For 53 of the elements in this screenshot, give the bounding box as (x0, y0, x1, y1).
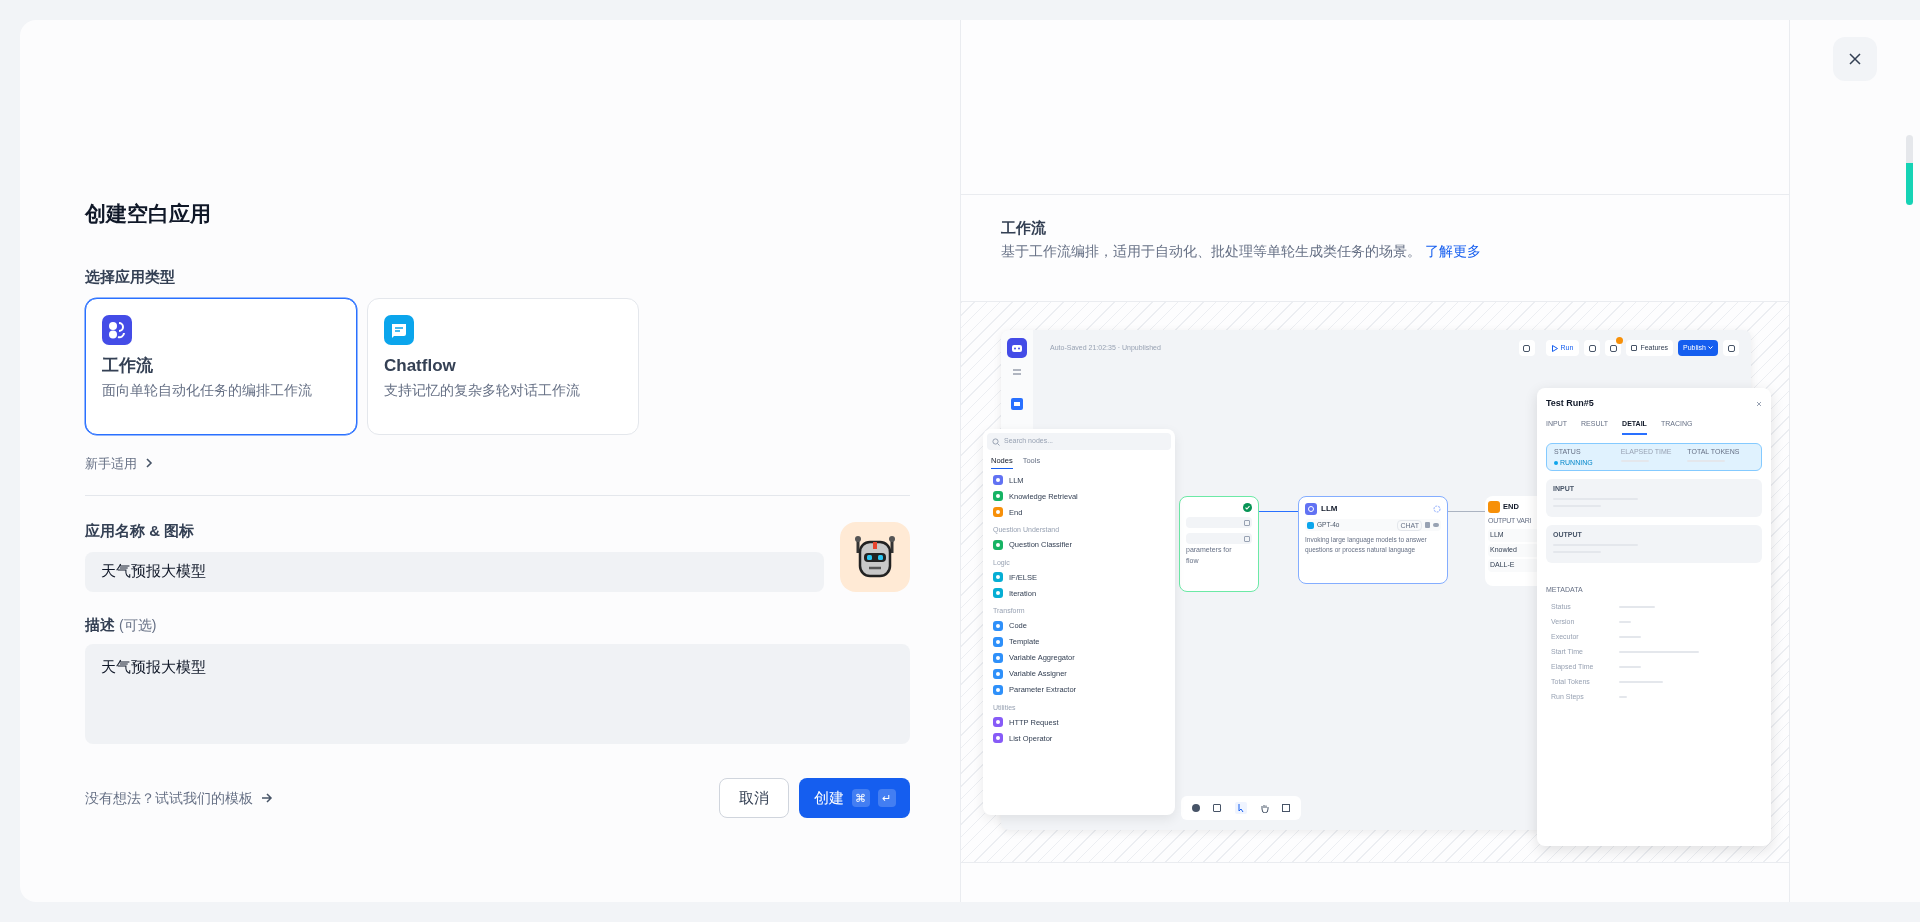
shortcut-key: ⌘ (851, 789, 870, 807)
section-label: 选择应用类型 (85, 267, 176, 287)
close-icon[interactable] (1756, 400, 1762, 407)
app-type-description: 支持记忆的复杂多轮对话工作流 (384, 381, 581, 400)
app-type-description: 面向单轮自动化任务的编排工作流 (102, 381, 313, 400)
close-icon (1848, 52, 1862, 66)
app-type-title: Chatflow (384, 354, 457, 377)
note-icon[interactable] (1213, 804, 1222, 812)
learn-more-link[interactable]: 了解更多 (1424, 242, 1481, 259)
layout-icon[interactable] (1282, 804, 1291, 812)
beginner-link[interactable]: 新手适用 (85, 453, 153, 473)
sliders-icon (1013, 368, 1021, 376)
robot-icon (852, 533, 898, 580)
settings-icon (1425, 522, 1430, 528)
connector-line (1258, 510, 1299, 513)
search-icon (992, 437, 1000, 446)
variable-icon (1244, 535, 1250, 542)
cancel-button[interactable]: 取消 (719, 778, 789, 818)
template-link[interactable]: 没有想法？试试我们的模板 (85, 787, 273, 809)
loading-icon (1433, 505, 1441, 513)
chevron-down-icon (1708, 346, 1713, 350)
connector-line (1447, 511, 1488, 512)
app-type-card[interactable]: Chatflow 支持记忆的复杂多轮对话工作流 (367, 297, 639, 435)
create-button[interactable]: 创建 ⌘ ↵ (799, 778, 910, 818)
play-icon (1551, 344, 1558, 352)
shortcut-key: ↵ (877, 789, 896, 807)
variable-icon (1244, 519, 1250, 526)
arrow-right-icon (261, 792, 273, 804)
model-icon (1307, 521, 1314, 529)
preview-title: 工作流 (1001, 218, 1047, 238)
field-label: 描述 (85, 614, 115, 635)
check-icon (1243, 503, 1252, 512)
image-icon (1011, 398, 1023, 410)
optional-hint: (可选) (119, 615, 157, 635)
node-title: LLM (1321, 503, 1338, 515)
end-icon (1488, 501, 1500, 513)
add-icon[interactable] (1191, 804, 1200, 812)
app-name-input[interactable]: 天气预报大模型 (85, 551, 824, 592)
field-label: 应用名称 & 图标 (85, 521, 196, 541)
app-avatar[interactable] (840, 521, 910, 592)
dialog-title: 创建空白应用 (85, 201, 212, 227)
pointer-icon[interactable] (1235, 802, 1247, 814)
llm-icon (1305, 503, 1317, 515)
chevron-right-icon (145, 457, 153, 470)
app-type-card[interactable]: 工作流 面向单轮自动化任务的编排工作流 (85, 297, 357, 435)
eye-icon (1433, 523, 1439, 527)
robot-icon (1007, 338, 1027, 358)
app-type-title: 工作流 (102, 354, 154, 377)
preview-description: 基于工作流编排，适用于自动化、批处理等单轮生成类任务的场景。 (1001, 242, 1421, 259)
scrollbar-thumb[interactable] (1906, 135, 1913, 205)
close-button[interactable] (1833, 37, 1877, 81)
panel-title: Test Run#5 (1546, 397, 1594, 410)
description-input[interactable]: 天气预报大模型 (85, 644, 910, 744)
